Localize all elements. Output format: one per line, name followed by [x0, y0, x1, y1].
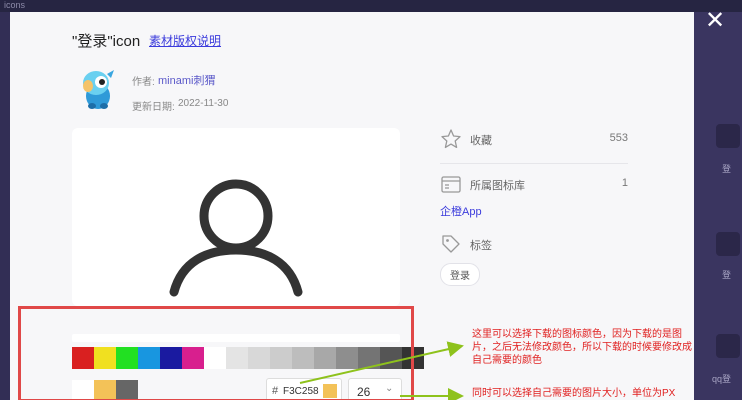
library-count: 1	[621, 177, 628, 189]
library-icon	[441, 176, 461, 193]
library-name-link[interactable]: 企橙App	[440, 203, 482, 219]
background-left-edge	[0, 12, 10, 400]
user-icon	[169, 179, 303, 297]
tags-label: 标签	[470, 240, 492, 252]
divider	[440, 163, 628, 164]
background-label: qq登	[712, 374, 732, 384]
icon-preview	[72, 128, 400, 306]
license-link[interactable]: 素材版权说明	[149, 32, 221, 49]
background-icon-thumb	[716, 232, 740, 256]
update-date-label: 更新日期:	[132, 102, 175, 113]
star-icon	[441, 129, 461, 149]
annotation-note-color: 这里可以选择下载的图标颜色，因为下载的是图片，之后无法修改颜色，所以下载的时候要…	[472, 329, 692, 366]
background-icon-thumb	[716, 334, 740, 358]
tags-row: 标签	[440, 233, 628, 263]
favorites-count: 553	[609, 132, 628, 144]
icon-title: "登录"icon	[72, 33, 141, 50]
background-label: 登	[722, 164, 732, 174]
background-top-strip: icons	[0, 0, 742, 12]
annotation-highlight-box	[18, 306, 414, 400]
close-icon[interactable]: ✕	[704, 9, 726, 33]
annotation-note-size: 同时可以选择自己需要的图片大小，单位为PX	[472, 388, 676, 399]
library-label: 所属图标库	[470, 180, 525, 192]
background-right-panel: 登 登 qq登	[694, 12, 742, 400]
favorites-label: 收藏	[470, 135, 492, 147]
background-icon-thumb	[716, 124, 740, 148]
tag-chip[interactable]: 登录	[440, 263, 480, 286]
author-avatar[interactable]	[74, 66, 120, 112]
author-name-link[interactable]: minami刺猬	[158, 72, 215, 88]
author-label: 作者:	[132, 77, 155, 88]
background-tab-label: icons	[4, 0, 26, 10]
update-date-value: 2022-11-30	[178, 98, 229, 109]
favorites-row[interactable]: 收藏 553	[440, 128, 628, 158]
library-row: 所属图标库 1	[440, 173, 628, 203]
tag-icon	[442, 235, 460, 253]
background-label: 登	[722, 270, 732, 280]
